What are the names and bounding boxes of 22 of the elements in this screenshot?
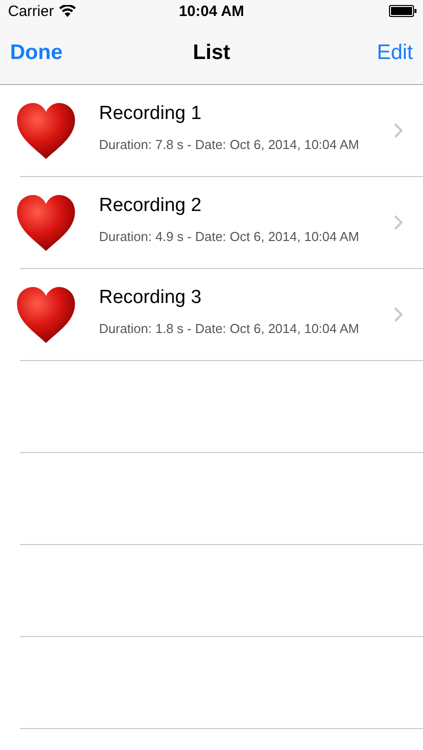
recording-title: Recording 3: [99, 287, 202, 309]
chevron-icon: [394, 123, 403, 138]
heart-icon: [16, 194, 76, 252]
recording-details: Duration: 7.8 s - Date: Oct 6, 2014, 10:04 AM: [99, 137, 360, 152]
recording-row[interactable]: Recording 1 Duration: 7.8 s - Date: Oct 6, 2014, 10:04 AM: [20, 85, 423, 177]
status-time: 10:04 AM: [178, 2, 244, 20]
heart-icon: [16, 286, 76, 344]
recording-row[interactable]: Recording 2 Duration: 4.9 s - Date: Oct 6, 2014, 10:04 AM: [20, 177, 423, 269]
nav-title: List: [192, 41, 230, 65]
battery-icon: [389, 5, 417, 17]
recording-title: Recording 2: [99, 195, 202, 217]
done-button[interactable]: Done: [10, 41, 62, 65]
carrier-name: Carrier: [8, 2, 54, 20]
heart-icon: [16, 102, 76, 160]
recording-title: Recording 1: [99, 103, 202, 125]
recording-details: Duration: 4.9 s - Date: Oct 6, 2014, 10:04 AM: [99, 229, 360, 244]
recording-details: Duration: 1.8 s - Date: Oct 6, 2014, 10:04 AM: [99, 321, 360, 336]
wifi-icon: [58, 5, 76, 17]
chevron-icon: [394, 307, 403, 322]
chevron-icon: [394, 215, 403, 230]
edit-button[interactable]: Edit: [376, 41, 413, 65]
recording-row[interactable]: Recording 3 Duration: 1.8 s - Date: Oct 6, 2014, 10:04 AM: [20, 269, 423, 361]
